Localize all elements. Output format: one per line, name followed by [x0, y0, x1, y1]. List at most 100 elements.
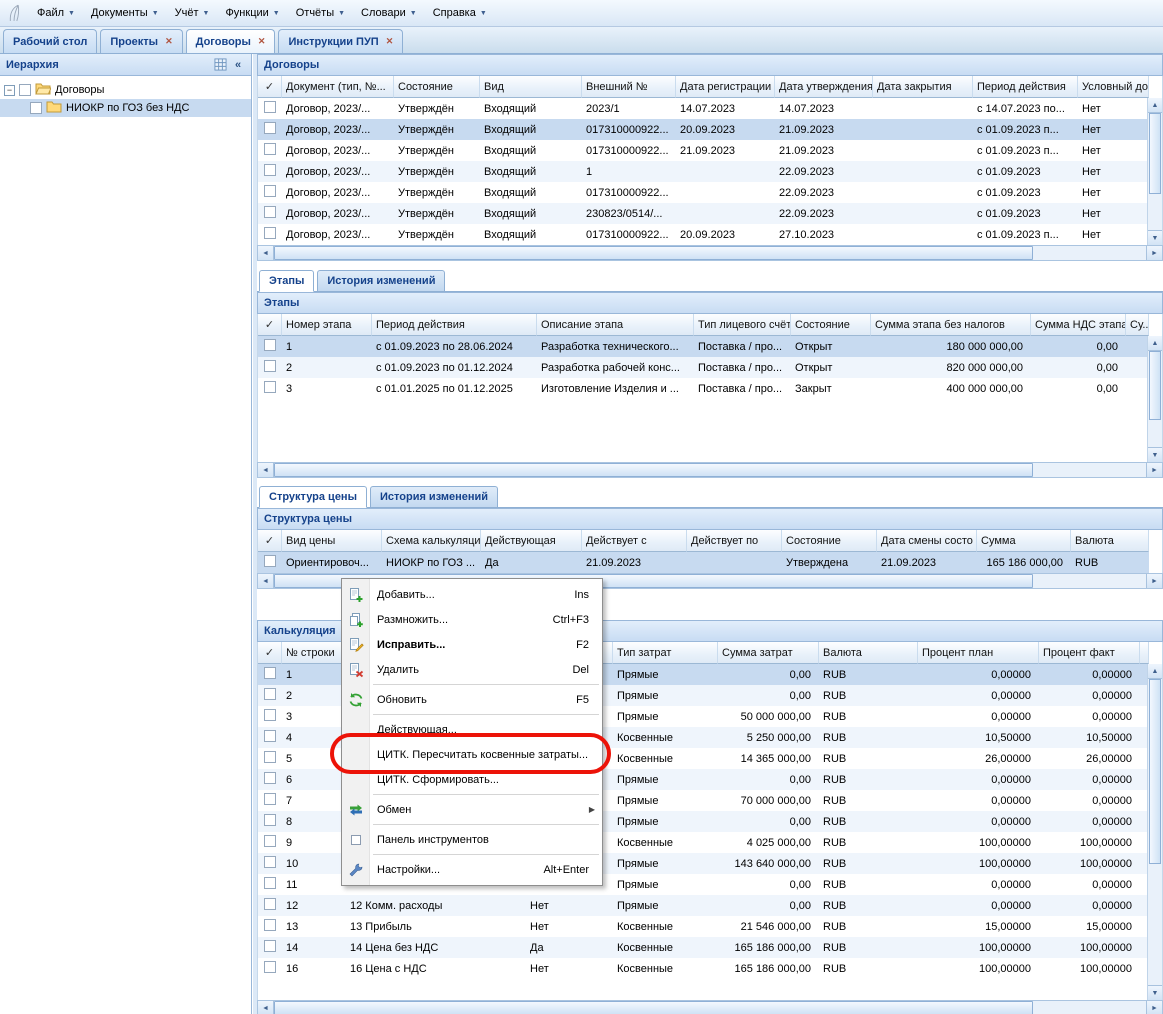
scroll-up-icon[interactable]: ▲ [1148, 664, 1162, 679]
scroll-up-icon[interactable]: ▲ [1148, 98, 1162, 113]
menu-item[interactable]: ОбновитьF5 [343, 687, 601, 712]
scroll-down-icon[interactable]: ▼ [1148, 985, 1162, 1000]
row-checkbox[interactable] [264, 555, 276, 567]
tree-node-checkbox[interactable] [19, 84, 31, 96]
column-header[interactable]: Процент факт [1039, 642, 1140, 664]
tree-node-root[interactable]: − Договоры [0, 81, 251, 99]
tree-node-checkbox[interactable] [30, 102, 42, 114]
scroll-down-icon[interactable]: ▼ [1148, 230, 1162, 245]
row-checkbox[interactable] [264, 730, 276, 742]
table-row[interactable]: Договор, 2023/...УтверждёнВходящий017310… [258, 140, 1149, 161]
table-row[interactable]: 1616 Цена с НДСНетКосвенные165 186 000,0… [258, 958, 1149, 979]
column-header[interactable]: Сумма затрат [718, 642, 819, 664]
scroll-down-icon[interactable]: ▼ [1148, 447, 1162, 462]
column-header[interactable]: Действует по [687, 530, 782, 552]
column-header[interactable]: Сумма [977, 530, 1071, 552]
row-checkbox[interactable] [264, 940, 276, 952]
row-checkbox[interactable] [264, 360, 276, 372]
menu-item[interactable]: Обмен▶ [343, 797, 601, 822]
column-header[interactable]: № строки [282, 642, 346, 664]
tab-close-icon[interactable]: ✕ [258, 36, 266, 47]
horizontal-scrollbar[interactable]: ◄► [257, 245, 1163, 261]
vertical-scrollbar[interactable]: ▲▼ [1147, 664, 1162, 1000]
row-checkbox[interactable] [264, 339, 276, 351]
scrollbar-thumb[interactable] [274, 463, 1033, 477]
tab-close-icon[interactable]: ✕ [165, 36, 173, 47]
select-all-header[interactable]: ✓ [258, 314, 282, 336]
row-checkbox[interactable] [264, 101, 276, 113]
menubar-item-документы[interactable]: Документы▼ [83, 3, 167, 23]
column-header[interactable]: Тип затрат [613, 642, 718, 664]
table-row[interactable]: 1с 01.09.2023 по 28.06.2024Разработка те… [258, 336, 1149, 357]
scrollbar-thumb[interactable] [1149, 679, 1161, 864]
row-checkbox[interactable] [264, 751, 276, 763]
table-row[interactable]: 3с 01.01.2025 по 01.12.2025Изготовление … [258, 378, 1149, 399]
horizontal-scrollbar[interactable]: ◄► [257, 462, 1163, 478]
document-tab[interactable]: Рабочий стол [3, 29, 97, 53]
scroll-right-icon[interactable]: ► [1146, 574, 1162, 588]
column-header[interactable]: Валюта [819, 642, 918, 664]
menu-item[interactable]: Размножить...Ctrl+F3 [343, 607, 601, 632]
vertical-scrollbar[interactable]: ▲▼ [1147, 336, 1162, 462]
column-header[interactable]: Состояние [782, 530, 877, 552]
row-checkbox[interactable] [264, 772, 276, 784]
menu-item[interactable]: Действующая... [343, 717, 601, 742]
row-checkbox[interactable] [264, 227, 276, 239]
scrollbar-thumb[interactable] [1149, 351, 1161, 420]
column-header[interactable]: Процент план [918, 642, 1039, 664]
menubar-item-отчёты[interactable]: Отчёты▼ [288, 3, 353, 23]
row-checkbox[interactable] [264, 206, 276, 218]
table-row[interactable]: Договор, 2023/...УтверждёнВходящий230823… [258, 203, 1149, 224]
scroll-left-icon[interactable]: ◄ [258, 463, 274, 477]
column-header[interactable]: Дата смены состо [877, 530, 977, 552]
tree-node-selected[interactable]: НИОКР по ГОЗ без НДС [0, 99, 251, 117]
row-checkbox[interactable] [264, 814, 276, 826]
menubar-item-словари[interactable]: Словари▼ [353, 3, 425, 23]
table-row[interactable]: 1212 Комм. расходыНетПрямые0,00RUB0,0000… [258, 895, 1149, 916]
select-all-header[interactable]: ✓ [258, 530, 282, 552]
table-row[interactable]: Договор, 2023/...УтверждёнВходящий2023/1… [258, 98, 1149, 119]
table-row[interactable]: Ориентировоч...НИОКР по ГОЗ ...Да21.09.2… [258, 552, 1149, 573]
column-header[interactable]: Схема калькуляции [382, 530, 481, 552]
column-header[interactable]: Период действия [973, 76, 1078, 98]
select-all-header[interactable]: ✓ [258, 642, 282, 664]
scroll-left-icon[interactable]: ◄ [258, 574, 274, 588]
table-row[interactable]: Договор, 2023/...УтверждёнВходящий017310… [258, 119, 1149, 140]
select-all-header[interactable]: ✓ [258, 76, 282, 98]
menubar-item-функции[interactable]: Функции▼ [217, 3, 287, 23]
row-checkbox[interactable] [264, 164, 276, 176]
column-header[interactable]: Документ (тип, №... [282, 76, 394, 98]
column-header[interactable]: Номер этапа [282, 314, 372, 336]
row-checkbox[interactable] [264, 122, 276, 134]
menu-item[interactable]: Добавить...Ins [343, 582, 601, 607]
horizontal-scrollbar[interactable]: ◄► [257, 1000, 1163, 1014]
column-header[interactable]: Дата регистрации [676, 76, 775, 98]
row-checkbox[interactable] [264, 877, 276, 889]
column-header[interactable]: Действует с [582, 530, 687, 552]
view-toggle-icon[interactable] [211, 57, 229, 73]
column-header[interactable]: Тип лицевого счёт [694, 314, 791, 336]
column-header[interactable]: Внешний № [582, 76, 676, 98]
section-tab[interactable]: История изменений [317, 270, 445, 291]
document-tab[interactable]: Инструкции ПУП✕ [278, 29, 403, 53]
scroll-right-icon[interactable]: ► [1146, 246, 1162, 260]
table-row[interactable]: Договор, 2023/...УтверждёнВходящий017310… [258, 224, 1149, 245]
scroll-left-icon[interactable]: ◄ [258, 1001, 274, 1014]
menu-item[interactable]: Исправить...F2 [343, 632, 601, 657]
row-checkbox[interactable] [264, 961, 276, 973]
column-header[interactable]: Состояние [394, 76, 480, 98]
row-checkbox[interactable] [264, 919, 276, 931]
menu-item[interactable]: ЦИТК. Сформировать... [343, 767, 601, 792]
scroll-right-icon[interactable]: ► [1146, 463, 1162, 477]
column-header[interactable]: Состояние [791, 314, 871, 336]
row-checkbox[interactable] [264, 185, 276, 197]
table-row[interactable]: Договор, 2023/...УтверждёнВходящий017310… [258, 182, 1149, 203]
row-checkbox[interactable] [264, 856, 276, 868]
column-header[interactable] [1140, 642, 1149, 664]
section-tab[interactable]: История изменений [370, 486, 498, 507]
row-checkbox[interactable] [264, 667, 276, 679]
column-header[interactable]: Действующая [481, 530, 582, 552]
scroll-up-icon[interactable]: ▲ [1148, 336, 1162, 351]
column-header[interactable]: Валюта [1071, 530, 1149, 552]
collapse-panel-button[interactable]: « [229, 57, 247, 73]
